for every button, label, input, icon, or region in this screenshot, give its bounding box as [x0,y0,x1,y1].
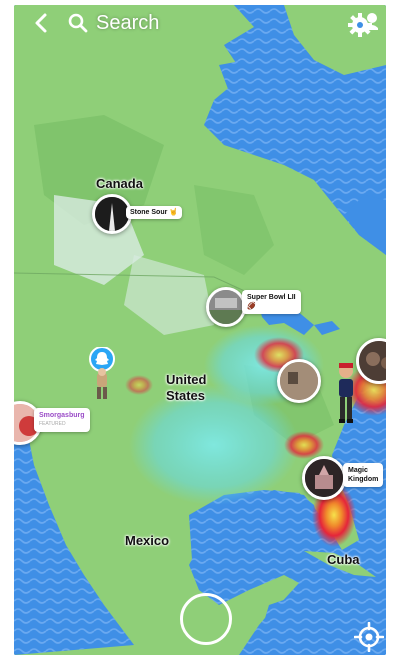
story-magic-kingdom-label[interactable]: Magic Kingdom [343,463,384,487]
snapchat-ghost-icon [89,346,115,399]
concert-image [95,197,129,231]
story-super-bowl-thumbnail[interactable] [206,287,246,327]
friend-bitmoji[interactable] [336,361,356,425]
featured-snap-pin[interactable] [89,346,115,401]
castle-image [305,459,343,497]
story-super-bowl-label[interactable]: Super Bowl LII 🏈 [242,290,301,314]
locate-icon[interactable] [354,622,384,652]
room-image [280,362,318,400]
map-label-cuba: Cuba [327,552,360,567]
search-placeholder: Search [96,11,160,34]
top-bar: Search [14,5,386,41]
bitmoji-avatar [339,363,353,423]
camera-shutter-icon[interactable] [180,593,232,645]
map-label-canada: Canada [96,176,143,191]
story-midwest-thumbnail[interactable] [277,359,321,403]
gear-icon[interactable] [346,10,380,38]
story-magic-kingdom-thumbnail[interactable] [302,456,346,500]
story-magic-kingdom-line2: Kingdom [348,476,379,483]
story-smorgasburg-title: Smorgasburg [39,412,85,419]
story-stone-sour-label[interactable]: Stone Sour 🤘 [126,206,182,219]
map-label-united-states-line2: States [166,388,206,403]
crowd-image [359,341,386,381]
football-emoji: 🏈 [247,303,256,310]
story-smorgasburg-featured-tag: FEATURED [39,421,66,427]
snap-map-screen: Canada United States Mexico Cuba Search [14,5,386,655]
search-icon [68,13,88,33]
map-label-mexico: Mexico [125,533,170,548]
story-smorgasburg-label[interactable]: Smorgasburg FEATURED [34,408,90,432]
story-super-bowl-title: Super Bowl LII [247,294,296,301]
chevron-left-icon[interactable] [30,11,54,35]
stadium-image [209,290,243,324]
search-bar[interactable]: Search [68,10,159,36]
map-label-united-states-line1: United [166,372,207,387]
story-magic-kingdom-line1: Magic [348,467,368,474]
